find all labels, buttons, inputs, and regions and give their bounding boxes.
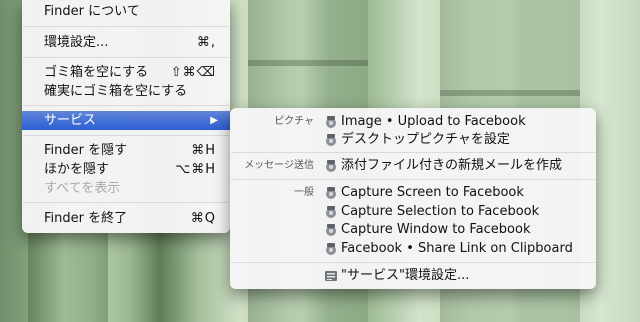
service-item-label: Facebook • Share Link on Clipboard [341, 241, 573, 256]
service-item-label: Capture Screen to Facebook [341, 185, 524, 200]
service-item-share-link-clipboard[interactable]: Facebook • Share Link on Clipboard [230, 240, 596, 258]
menu-separator [23, 105, 229, 106]
menu-item-label: 確実にゴミ箱を空にする [44, 84, 188, 99]
service-item-capture-window-facebook[interactable]: Capture Window to Facebook [230, 221, 596, 239]
menu-item-show-all: すべてを表示 [22, 179, 230, 198]
menu-item-shortcut: ⌘Q [190, 211, 216, 226]
menu-item-about-finder[interactable]: Finder について [22, 2, 230, 21]
service-item-label: デスクトップピクチャを設定 [341, 132, 510, 147]
menu-separator [231, 179, 595, 180]
menu-item-services[interactable]: サービス ▶ [22, 111, 230, 130]
service-item-new-mail-attachment[interactable]: メッセージ送信 添付ファイル付きの新規メールを作成 [230, 157, 596, 175]
menu-separator [23, 202, 229, 203]
menu-separator [23, 135, 229, 136]
menu-separator [231, 152, 595, 153]
menu-item-label: ゴミ箱を空にする [44, 65, 149, 80]
menu-item-shortcut: ⌘, [196, 35, 216, 50]
menu-item-hide-others[interactable]: ほかを隠す ⌥⌘H [22, 160, 230, 179]
automator-icon [326, 206, 336, 218]
bamboo-node [440, 90, 580, 96]
menu-item-label: サービス [44, 113, 97, 128]
preferences-icon [325, 271, 337, 281]
automator-icon [326, 134, 336, 146]
automator-icon [326, 116, 336, 128]
menu-item-label: すべてを表示 [44, 181, 121, 196]
service-item-label: 添付ファイル付きの新規メールを作成 [341, 158, 563, 173]
menu-item-shortcut: ⌥⌘H [175, 162, 216, 177]
bamboo-node [248, 60, 368, 66]
service-item-image-upload-facebook[interactable]: ピクチャ Image • Upload to Facebook [230, 113, 596, 131]
submenu-arrow-icon: ▶ [210, 115, 218, 126]
menu-item-label: Finder を隠す [44, 143, 128, 158]
service-item-set-desktop-picture[interactable]: デスクトップピクチャを設定 [230, 131, 596, 149]
menu-item-preferences[interactable]: 環境設定... ⌘, [22, 33, 230, 52]
automator-icon [326, 243, 336, 255]
service-item-services-preferences[interactable]: "サービス"環境設定... [230, 267, 596, 285]
service-item-label: Image • Upload to Facebook [341, 114, 526, 129]
automator-icon [326, 160, 336, 172]
category-label-picture: ピクチャ [274, 116, 314, 127]
menu-item-label: Finder について [44, 4, 140, 19]
menu-item-secure-empty-trash[interactable]: 確実にゴミ箱を空にする [22, 82, 230, 101]
finder-app-menu: Finder について 環境設定... ⌘, ゴミ箱を空にする ⇧⌘⌫ 確実にゴ… [22, 0, 230, 233]
service-item-label: Capture Selection to Facebook [341, 204, 540, 219]
service-item-label: Capture Window to Facebook [341, 222, 531, 237]
menu-item-label: Finder を終了 [44, 211, 128, 226]
menu-item-label: 環境設定... [44, 35, 109, 50]
menu-item-quit-finder[interactable]: Finder を終了 ⌘Q [22, 209, 230, 228]
menu-item-hide-finder[interactable]: Finder を隠す ⌘H [22, 141, 230, 160]
menu-item-label: ほかを隠す [44, 162, 110, 177]
menu-item-empty-trash[interactable]: ゴミ箱を空にする ⇧⌘⌫ [22, 63, 230, 82]
service-item-label: "サービス"環境設定... [341, 268, 470, 283]
menu-separator [23, 26, 229, 27]
menu-separator [23, 57, 229, 58]
menu-item-shortcut: ⌘H [191, 143, 216, 158]
category-label-general: 一般 [294, 187, 314, 198]
automator-icon [326, 224, 336, 236]
service-item-capture-selection-facebook[interactable]: Capture Selection to Facebook [230, 203, 596, 221]
menu-item-shortcut: ⇧⌘⌫ [170, 65, 216, 80]
menu-separator [231, 262, 595, 263]
service-item-capture-screen-facebook[interactable]: 一般 Capture Screen to Facebook [230, 184, 596, 202]
category-label-message: メッセージ送信 [244, 160, 314, 171]
services-submenu: ピクチャ Image • Upload to Facebook デスクトップピク… [230, 108, 596, 289]
automator-icon [326, 187, 336, 199]
